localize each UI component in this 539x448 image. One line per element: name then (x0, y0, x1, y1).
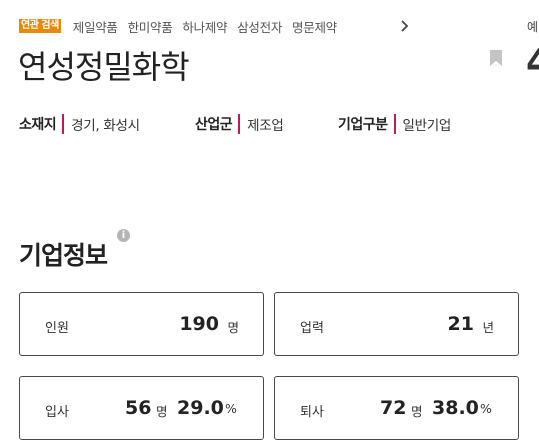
years-value: 21 (447, 313, 474, 335)
leavers-count: 72 (380, 397, 407, 419)
years-unit: 년 (482, 320, 494, 335)
meta-company-type: 기업구분 일반기업 (338, 113, 451, 135)
meta-separator (62, 114, 65, 134)
edge-label: 예 (527, 20, 539, 34)
leavers-label: 퇴사 (300, 405, 324, 420)
hires-count: 56 (125, 397, 152, 419)
meta-separator (393, 114, 396, 134)
card-employees: 인원 190 명 (19, 292, 264, 356)
location-label: 소재지 (19, 117, 57, 133)
card-hires: 입사 56 명 29.0 % (19, 376, 264, 440)
industry-value: 제조업 (247, 118, 284, 134)
related-item-4[interactable]: 삼성전자 (237, 17, 282, 36)
edge-number: 4 (526, 42, 539, 83)
years-label: 업력 (300, 321, 324, 336)
related-item-3[interactable]: 하나제약 (182, 17, 227, 36)
hires-rate-unit: % (225, 401, 237, 416)
related-item-5[interactable]: 명문제약 (292, 17, 337, 36)
meta-separator (238, 114, 241, 134)
employees-unit: 명 (227, 320, 239, 335)
hires-rate: 29.0 (177, 397, 224, 419)
related-item-2[interactable]: 한미약품 (128, 17, 173, 36)
leavers-rate: 38.0 (432, 397, 479, 419)
related-search-list: 제일약품 한미약품 하나제약 삼성전자 명문제약 (73, 17, 337, 36)
related-search-badge: 연관 검색 (19, 19, 61, 33)
leavers-rate-unit: % (480, 401, 492, 416)
section-title: 기업정보 (19, 241, 108, 270)
meta-industry: 산업군 제조업 (195, 113, 284, 135)
hires-count-unit: 명 (156, 404, 168, 419)
industry-label: 산업군 (195, 117, 233, 133)
leavers-count-unit: 명 (411, 404, 423, 419)
company-type-value: 일반기업 (402, 118, 452, 134)
related-search-bar: 연관 검색 제일약품 한미약품 하나제약 삼성전자 명문제약 (19, 16, 337, 36)
card-leavers: 퇴사 72 명 38.0 % (274, 376, 519, 440)
employees-label: 인원 (45, 321, 69, 336)
hires-label: 입사 (45, 405, 69, 420)
meta-location: 소재지 경기, 화성시 (19, 113, 140, 135)
company-type-label: 기업구분 (338, 117, 388, 133)
card-years: 업력 21 년 (274, 292, 519, 356)
info-icon[interactable]: i (117, 229, 130, 242)
employees-value: 190 (179, 313, 219, 335)
related-item-1[interactable]: 제일약품 (73, 17, 118, 36)
bookmark-icon[interactable] (488, 49, 504, 67)
location-value: 경기, 화성시 (71, 118, 140, 134)
chevron-right-icon[interactable] (398, 16, 412, 36)
company-name: 연성정밀화학 (18, 48, 190, 86)
